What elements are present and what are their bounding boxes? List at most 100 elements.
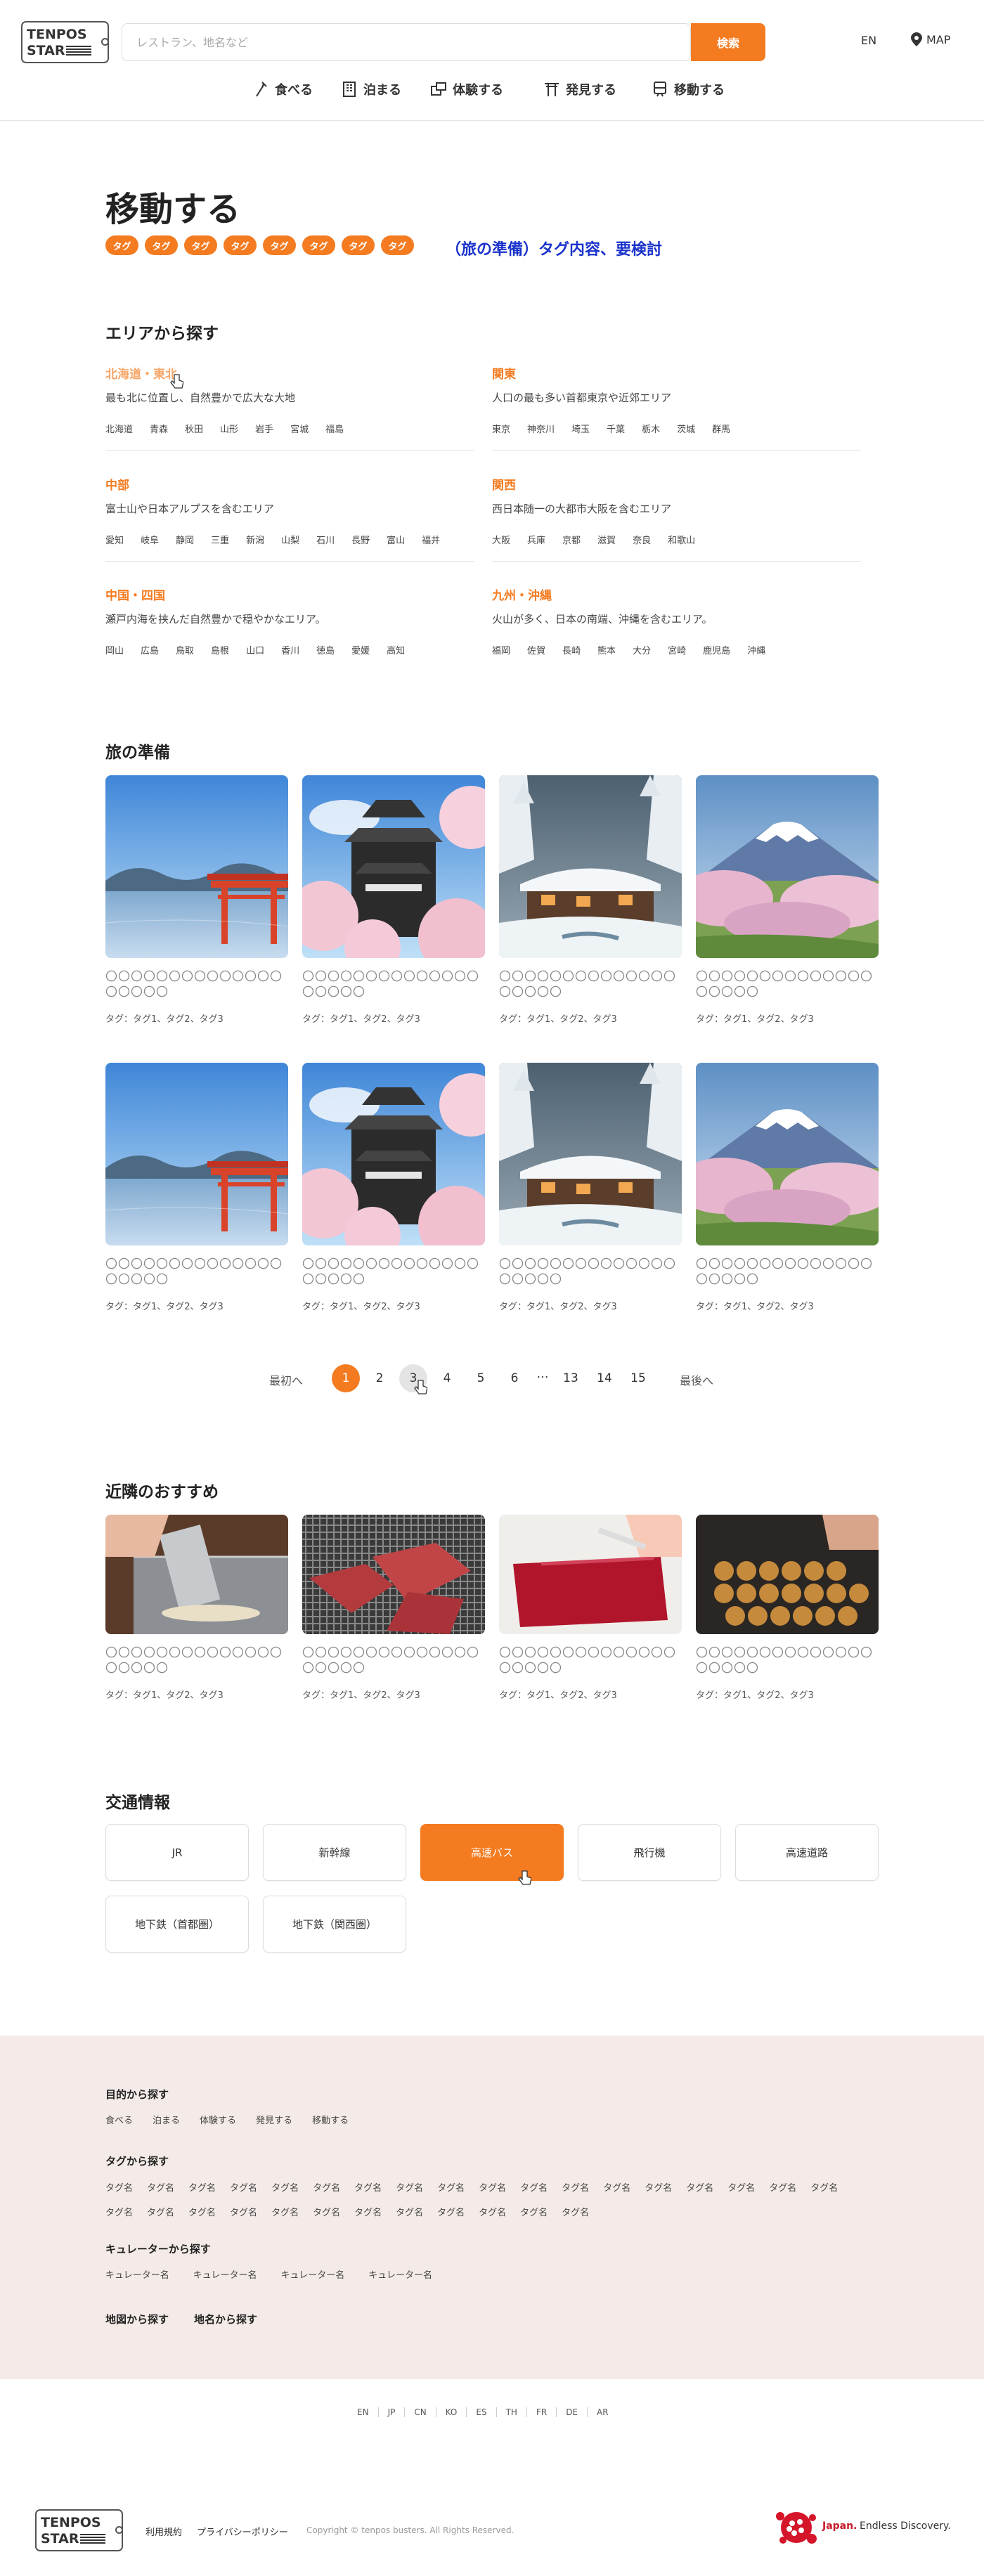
footer-tag-link[interactable]: タグ名: [769, 2180, 796, 2194]
pref-link[interactable]: 京都: [562, 533, 581, 546]
footer-link[interactable]: 発見する: [256, 2113, 292, 2126]
tag-pill[interactable]: タグ: [381, 235, 414, 255]
pref-link[interactable]: 宮城: [290, 422, 309, 435]
pref-link[interactable]: 高知: [387, 643, 405, 656]
prep-card[interactable]: 〇〇〇〇〇〇〇〇〇〇〇〇〇〇〇〇〇〇〇 タグ：タグ1、タグ2、タグ3: [696, 775, 879, 1025]
footer-tag-link[interactable]: タグ名: [313, 2180, 340, 2194]
footer-tag-link[interactable]: タグ名: [105, 2180, 133, 2194]
pref-link[interactable]: 和歌山: [668, 533, 695, 546]
search-button[interactable]: 検索: [691, 23, 765, 61]
tag-pill[interactable]: タグ: [184, 235, 217, 255]
privacy-link[interactable]: プライバシーポリシー: [197, 2525, 288, 2538]
pref-link[interactable]: 岩手: [255, 422, 273, 435]
pagination-first[interactable]: 最初へ: [269, 1371, 303, 1388]
pref-link[interactable]: 福岡: [492, 643, 510, 656]
pref-link[interactable]: 富山: [387, 533, 405, 546]
tag-pill[interactable]: タグ: [145, 235, 178, 255]
tag-pill[interactable]: タグ: [342, 235, 375, 255]
footer-tag-link[interactable]: タグ名: [354, 2205, 382, 2218]
footer-tag-link[interactable]: タグ名: [396, 2205, 423, 2218]
lang-link[interactable]: DE: [557, 2407, 588, 2417]
pref-link[interactable]: 鳥取: [176, 643, 194, 656]
pref-link[interactable]: 新潟: [246, 533, 264, 546]
footer-link[interactable]: 泊まる: [153, 2113, 180, 2126]
lang-link[interactable]: ES: [467, 2407, 497, 2417]
pref-link[interactable]: 愛知: [105, 533, 124, 546]
pref-link[interactable]: 青森: [150, 422, 168, 435]
transport-airplane-button[interactable]: 飛行機: [578, 1824, 721, 1881]
transport-subway-kansai-button[interactable]: 地下鉄（関西圏）: [263, 1896, 406, 1953]
footer-tag-link[interactable]: タグ名: [603, 2180, 630, 2194]
footer-tag-link[interactable]: タグ名: [105, 2205, 133, 2218]
map-link[interactable]: MAP: [911, 32, 950, 46]
lang-link[interactable]: TH: [497, 2407, 527, 2417]
pagination-page[interactable]: 1: [332, 1364, 360, 1392]
lang-link[interactable]: CN: [405, 2407, 436, 2417]
footer-tag-link[interactable]: タグ名: [188, 2205, 216, 2218]
prep-card[interactable]: 〇〇〇〇〇〇〇〇〇〇〇〇〇〇〇〇〇〇〇 タグ：タグ1、タグ2、タグ3: [696, 1063, 879, 1312]
pref-link[interactable]: 長崎: [562, 643, 581, 656]
pref-link[interactable]: 千葉: [607, 422, 625, 435]
pref-link[interactable]: 兵庫: [527, 533, 545, 546]
tag-pill[interactable]: タグ: [105, 235, 138, 255]
prep-card[interactable]: 〇〇〇〇〇〇〇〇〇〇〇〇〇〇〇〇〇〇〇 タグ：タグ1、タグ2、タグ3: [302, 775, 485, 1025]
pref-link[interactable]: 沖縄: [747, 643, 765, 656]
footer-tag-link[interactable]: タグ名: [520, 2205, 548, 2218]
pref-link[interactable]: 大分: [633, 643, 651, 656]
terms-link[interactable]: 利用規約: [145, 2525, 182, 2538]
area-name[interactable]: 関西: [492, 475, 857, 493]
footer-tag-link[interactable]: タグ名: [520, 2180, 548, 2194]
pref-link[interactable]: 静岡: [176, 533, 194, 546]
pref-link[interactable]: 島根: [211, 643, 229, 656]
pref-link[interactable]: 埼玉: [571, 422, 590, 435]
lang-link[interactable]: JP: [379, 2407, 406, 2417]
language-switch[interactable]: EN: [861, 34, 876, 47]
pref-link[interactable]: 石川: [316, 533, 335, 546]
prep-card[interactable]: 〇〇〇〇〇〇〇〇〇〇〇〇〇〇〇〇〇〇〇 タグ：タグ1、タグ2、タグ3: [105, 775, 288, 1025]
footer-tag-link[interactable]: タグ名: [147, 2205, 174, 2218]
prep-card[interactable]: 〇〇〇〇〇〇〇〇〇〇〇〇〇〇〇〇〇〇〇 タグ：タグ1、タグ2、タグ3: [302, 1063, 485, 1312]
footer-tag-link[interactable]: タグ名: [437, 2180, 465, 2194]
footer-tag-link[interactable]: タグ名: [727, 2180, 755, 2194]
pref-link[interactable]: 佐賀: [527, 643, 545, 656]
footer-map-search[interactable]: 地図から探す: [105, 2312, 169, 2326]
prep-card[interactable]: 〇〇〇〇〇〇〇〇〇〇〇〇〇〇〇〇〇〇〇 タグ：タグ1、タグ2、タグ3: [105, 1063, 288, 1312]
area-name[interactable]: 九州・沖縄: [492, 585, 857, 603]
footer-link[interactable]: キュレーター名: [105, 2267, 169, 2281]
pref-link[interactable]: 香川: [281, 643, 299, 656]
pref-link[interactable]: 福島: [325, 422, 344, 435]
search-input[interactable]: [122, 24, 692, 60]
jnto-logo[interactable]: Japan. Endless Discovery.: [773, 2508, 956, 2547]
footer-tag-link[interactable]: タグ名: [396, 2180, 423, 2194]
prep-card[interactable]: 〇〇〇〇〇〇〇〇〇〇〇〇〇〇〇〇〇〇〇 タグ：タグ1、タグ2、タグ3: [499, 775, 682, 1025]
pref-link[interactable]: 長野: [351, 533, 370, 546]
nearby-card[interactable]: 〇〇〇〇〇〇〇〇〇〇〇〇〇〇〇〇〇〇〇 タグ：タグ1、タグ2、タグ3: [302, 1515, 485, 1701]
footer-tag-link[interactable]: タグ名: [271, 2205, 299, 2218]
pref-link[interactable]: 愛媛: [351, 643, 370, 656]
area-name[interactable]: 関東: [492, 364, 857, 382]
pref-link[interactable]: 三重: [211, 533, 229, 546]
tag-pill[interactable]: タグ: [263, 235, 296, 255]
footer-tag-link[interactable]: タグ名: [479, 2180, 506, 2194]
lang-link[interactable]: KO: [436, 2407, 467, 2417]
footer-logo[interactable]: TENPOS STAR: [35, 2509, 123, 2551]
lang-link[interactable]: EN: [348, 2407, 379, 2417]
pagination-last[interactable]: 最後へ: [680, 1371, 713, 1388]
footer-link[interactable]: 体験する: [200, 2113, 236, 2126]
nearby-card[interactable]: 〇〇〇〇〇〇〇〇〇〇〇〇〇〇〇〇〇〇〇 タグ：タグ1、タグ2、タグ3: [696, 1515, 879, 1701]
transport-subway-tokyo-button[interactable]: 地下鉄（首都圏）: [105, 1896, 249, 1953]
footer-tag-link[interactable]: タグ名: [562, 2180, 589, 2194]
transport-shinkansen-button[interactable]: 新幹線: [263, 1824, 406, 1881]
footer-tag-link[interactable]: タグ名: [147, 2180, 174, 2194]
pagination-page[interactable]: 13: [557, 1364, 585, 1392]
footer-link[interactable]: キュレーター名: [193, 2267, 257, 2281]
footer-tag-link[interactable]: タグ名: [188, 2180, 216, 2194]
footer-tag-link[interactable]: タグ名: [562, 2205, 589, 2218]
footer-tag-link[interactable]: タグ名: [313, 2205, 340, 2218]
pagination-page[interactable]: 2: [365, 1364, 394, 1392]
pref-link[interactable]: 宮崎: [668, 643, 686, 656]
transport-jr-button[interactable]: JR: [105, 1824, 249, 1881]
tag-pill[interactable]: タグ: [302, 235, 335, 255]
nav-move[interactable]: 移動する: [652, 80, 725, 98]
footer-tag-link[interactable]: タグ名: [437, 2205, 465, 2218]
